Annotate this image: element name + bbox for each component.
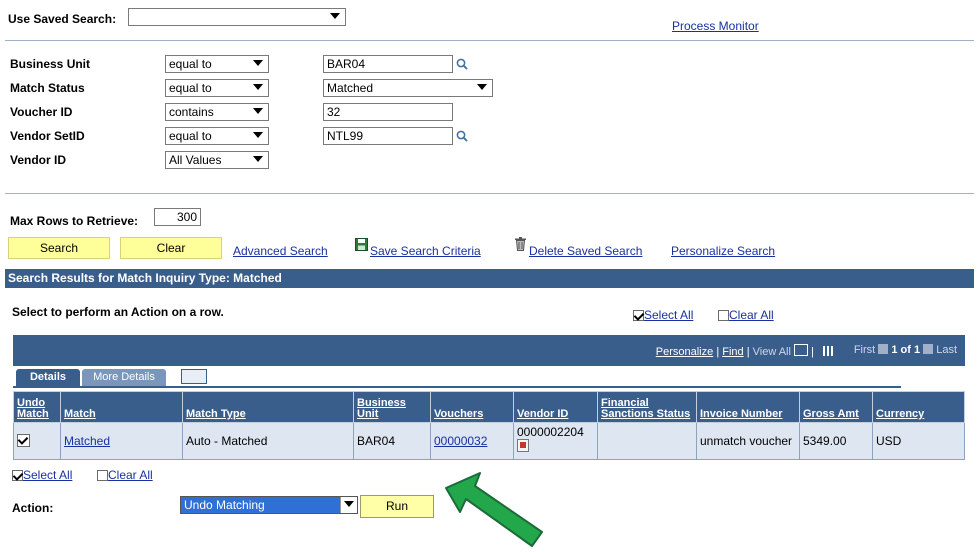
find-link[interactable]: Find bbox=[722, 346, 743, 358]
match-status-select[interactable]: Matched bbox=[323, 79, 493, 97]
col-match[interactable]: Match bbox=[60, 391, 183, 423]
clear-all-top[interactable]: Clear All bbox=[718, 308, 774, 322]
previous-icon[interactable] bbox=[878, 344, 889, 354]
action-label: Action: bbox=[12, 501, 54, 515]
select-all-top[interactable]: Select All bbox=[633, 308, 693, 322]
tab-strip: Details More Details bbox=[13, 366, 965, 391]
grid-icon[interactable] bbox=[823, 346, 835, 356]
last-link[interactable]: Last bbox=[936, 344, 957, 356]
col-gross-amt[interactable]: Gross Amt bbox=[799, 391, 873, 423]
match-type-cell: Auto - Matched bbox=[182, 422, 354, 460]
col-business-unit[interactable]: Business Unit bbox=[353, 391, 431, 423]
max-rows-label: Max Rows to Retrieve: bbox=[10, 214, 139, 228]
lookup-icon[interactable] bbox=[456, 58, 468, 70]
next-icon[interactable] bbox=[923, 344, 934, 354]
chevron-down-icon bbox=[477, 84, 487, 90]
chevron-down-icon bbox=[253, 60, 263, 66]
chevron-down-icon bbox=[330, 13, 340, 19]
results-instruction: Select to perform an Action on a row. bbox=[12, 305, 224, 319]
lookup-icon[interactable] bbox=[456, 130, 468, 142]
checkbox-icon bbox=[633, 310, 644, 321]
business-unit-cell: BAR04 bbox=[353, 422, 431, 460]
personalize-link[interactable]: Personalize bbox=[656, 346, 713, 358]
criteria-label-voucher-id: Voucher ID bbox=[10, 105, 73, 119]
checkbox-icon bbox=[12, 470, 23, 481]
trash-icon[interactable] bbox=[515, 237, 526, 251]
gross-amt-cell: 5349.00 bbox=[799, 422, 873, 460]
col-match-type[interactable]: Match Type bbox=[182, 391, 354, 423]
search-button[interactable]: Search bbox=[8, 237, 110, 259]
undo-match-checkbox[interactable] bbox=[17, 434, 30, 447]
invoice-number-cell: unmatch voucher bbox=[696, 422, 800, 460]
col-undo-match[interactable]: Undo Match bbox=[13, 391, 61, 423]
save-search-criteria-link[interactable]: Save Search Criteria bbox=[370, 244, 481, 258]
first-link[interactable]: First bbox=[854, 344, 875, 356]
clear-all-bottom[interactable]: Clear All bbox=[97, 468, 153, 482]
voucher-link[interactable]: 00000032 bbox=[434, 434, 487, 448]
criteria-label-business-unit: Business Unit bbox=[10, 57, 91, 71]
business-unit-input[interactable]: BAR04 bbox=[323, 55, 453, 73]
vendor-setid-input[interactable]: NTL99 bbox=[323, 127, 453, 145]
business-unit-operator[interactable]: equal to bbox=[165, 55, 269, 73]
col-currency[interactable]: Currency bbox=[872, 391, 965, 423]
voucher-id-operator[interactable]: contains bbox=[165, 103, 269, 121]
col-invoice-number[interactable]: Invoice Number bbox=[696, 391, 800, 423]
results-table: Undo Match Match Match Type Business Uni… bbox=[13, 391, 965, 460]
run-button[interactable]: Run bbox=[360, 495, 434, 518]
results-header: Search Results for Match Inquiry Type: M… bbox=[5, 269, 974, 288]
criteria-label-vendor-id: Vendor ID bbox=[10, 153, 67, 167]
saved-search-select[interactable] bbox=[128, 8, 346, 26]
process-monitor-link[interactable]: Process Monitor bbox=[672, 19, 759, 33]
vendor-detail-icon[interactable] bbox=[517, 439, 529, 452]
vendor-setid-operator[interactable]: equal to bbox=[165, 127, 269, 145]
saved-search-label: Use Saved Search: bbox=[8, 12, 117, 26]
chevron-down-icon bbox=[344, 501, 354, 507]
max-rows-input[interactable]: 300 bbox=[154, 208, 201, 226]
select-all-bottom[interactable]: Select All bbox=[12, 468, 72, 482]
col-sanctions[interactable]: Financial Sanctions Status bbox=[597, 391, 697, 423]
divider bbox=[5, 40, 974, 41]
checkbox-icon bbox=[97, 470, 108, 481]
voucher-id-input[interactable]: 32 bbox=[323, 103, 453, 121]
chevron-down-icon bbox=[253, 108, 263, 114]
vendor-id-cell: 0000002204 bbox=[517, 425, 584, 439]
col-vendor-id[interactable]: Vendor ID bbox=[513, 391, 598, 423]
currency-cell: USD bbox=[872, 422, 965, 460]
chevron-down-icon bbox=[253, 132, 263, 138]
chevron-down-icon bbox=[253, 84, 263, 90]
view-all-link[interactable]: View All bbox=[753, 346, 791, 358]
action-select[interactable]: Undo Matching bbox=[180, 496, 358, 514]
personalize-search-link[interactable]: Personalize Search bbox=[671, 244, 775, 258]
save-icon[interactable] bbox=[355, 238, 368, 251]
checkbox-icon bbox=[718, 310, 729, 321]
grid-nav-bar: Personalize | Find | View All | First 1 … bbox=[13, 335, 965, 366]
delete-saved-search-link[interactable]: Delete Saved Search bbox=[529, 244, 642, 258]
advanced-search-link[interactable]: Advanced Search bbox=[233, 244, 328, 258]
vendor-id-operator[interactable]: All Values bbox=[165, 151, 269, 169]
criteria-label-match-status: Match Status bbox=[10, 81, 85, 95]
clear-button[interactable]: Clear bbox=[120, 237, 222, 259]
tab-more-details[interactable]: More Details bbox=[82, 369, 166, 386]
tab-details[interactable]: Details bbox=[16, 369, 80, 386]
download-icon[interactable] bbox=[794, 344, 809, 356]
criteria-label-vendor-setid: Vendor SetID bbox=[10, 129, 85, 143]
match-status-operator[interactable]: equal to bbox=[165, 79, 269, 97]
arrow-annotation-icon bbox=[445, 472, 543, 547]
sanctions-cell bbox=[597, 422, 697, 460]
show-all-columns-icon[interactable] bbox=[181, 369, 207, 384]
col-vouchers[interactable]: Vouchers bbox=[430, 391, 514, 423]
match-link[interactable]: Matched bbox=[64, 434, 110, 448]
divider bbox=[5, 193, 974, 194]
table-row: Matched Auto - Matched BAR04 00000032 00… bbox=[13, 422, 965, 460]
page-indicator: 1 of 1 bbox=[891, 344, 921, 356]
chevron-down-icon bbox=[253, 156, 263, 162]
